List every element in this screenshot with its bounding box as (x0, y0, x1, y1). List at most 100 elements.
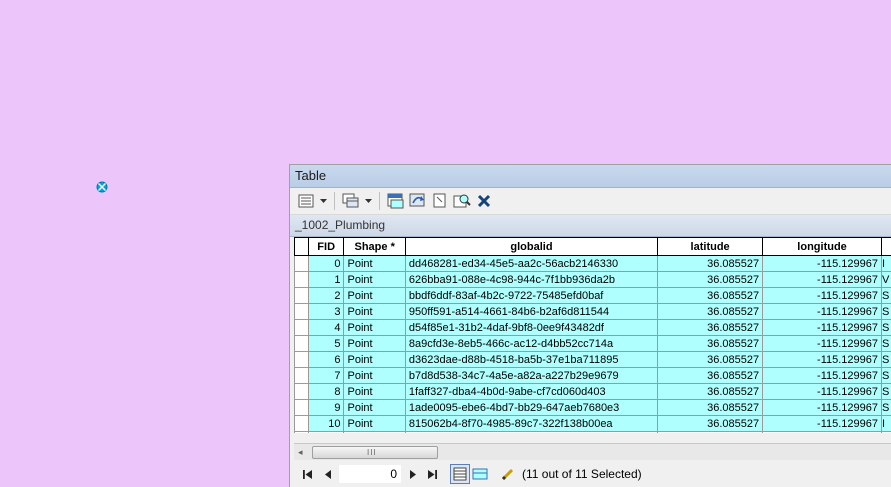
column-header-fid[interactable]: FID (308, 238, 344, 256)
previous-record-icon[interactable] (318, 464, 338, 484)
cell-next-column[interactable]: S (882, 368, 891, 384)
cell-shape[interactable]: Point (344, 416, 405, 432)
horizontal-scrollbar[interactable]: ◂ III (294, 443, 891, 460)
cell-longitude[interactable]: -115.129967 (763, 320, 882, 336)
row-selector[interactable] (295, 320, 309, 336)
cell-globalid[interactable]: b7d8d538-34c7-4a5e-a82a-a227b29e9679 (405, 368, 657, 384)
cell-fid[interactable]: 4 (308, 320, 344, 336)
column-header-globalid[interactable]: globalid (405, 238, 657, 256)
zoom-to-selected-icon[interactable] (452, 191, 472, 211)
cell-next-column[interactable]: S (882, 304, 891, 320)
table-row[interactable]: 5Point8a9cfd3e-8eb5-466c-ac12-d4bb52cc71… (295, 336, 891, 352)
next-record-icon[interactable] (402, 464, 422, 484)
switch-selection-icon[interactable] (408, 191, 428, 211)
cell-longitude[interactable]: -115.129967 (763, 304, 882, 320)
table-row[interactable]: 6Pointd3623dae-d88b-4518-ba5b-37e1ba7118… (295, 352, 891, 368)
cell-globalid[interactable]: 1ade0095-ebe6-4bd7-bb29-647aeb7680e3 (405, 400, 657, 416)
empty-cell[interactable] (308, 432, 344, 434)
table-row[interactable]: 8Point1faff327-dba4-4b0d-9abe-cf7cd060d4… (295, 384, 891, 400)
row-selector[interactable] (295, 304, 309, 320)
cell-longitude[interactable]: -115.129967 (763, 368, 882, 384)
cell-longitude[interactable]: -115.129967 (763, 352, 882, 368)
map-point-icon[interactable] (96, 180, 108, 192)
row-selector[interactable] (295, 256, 309, 272)
column-header-longitude[interactable]: longitude (763, 238, 882, 256)
cell-next-column[interactable]: S (882, 336, 891, 352)
cell-globalid[interactable]: d3623dae-d88b-4518-ba5b-37e1ba711895 (405, 352, 657, 368)
clear-selection-icon[interactable] (430, 191, 450, 211)
row-selector[interactable] (295, 272, 309, 288)
cell-next-column[interactable]: S (882, 320, 891, 336)
table-row[interactable]: 3Point950ff591-a514-4661-84b6-b2af6d8115… (295, 304, 891, 320)
column-header-latitude[interactable]: latitude (658, 238, 763, 256)
cell-shape[interactable]: Point (344, 272, 405, 288)
cell-next-column[interactable]: S (882, 400, 891, 416)
empty-cell[interactable] (405, 432, 657, 434)
cell-longitude[interactable]: -115.129967 (763, 416, 882, 432)
cell-shape[interactable]: Point (344, 368, 405, 384)
cell-fid[interactable]: 10 (308, 416, 344, 432)
cell-longitude[interactable]: -115.129967 (763, 272, 882, 288)
cell-shape[interactable]: Point (344, 352, 405, 368)
cell-fid[interactable]: 0 (308, 256, 344, 272)
table-options-icon[interactable] (296, 191, 316, 211)
cell-latitude[interactable]: 36.085527 (658, 400, 763, 416)
empty-cell[interactable] (295, 432, 309, 434)
cell-shape[interactable]: Point (344, 256, 405, 272)
cell-next-column[interactable]: V (882, 272, 891, 288)
cell-globalid[interactable]: 8a9cfd3e-8eb5-466c-ac12-d4bb52cc714a (405, 336, 657, 352)
table-row[interactable]: 1Point626bba91-088e-4c98-944c-7f1bb936da… (295, 272, 891, 288)
row-selector[interactable] (295, 384, 309, 400)
row-selector[interactable] (295, 400, 309, 416)
cell-longitude[interactable]: -115.129967 (763, 400, 882, 416)
cell-latitude[interactable]: 36.085527 (658, 272, 763, 288)
related-tables-dropdown-icon[interactable] (363, 191, 373, 211)
last-record-icon[interactable] (422, 464, 442, 484)
record-number-input[interactable]: 0 (338, 464, 402, 484)
cell-longitude[interactable]: -115.129967 (763, 336, 882, 352)
cell-next-column[interactable]: I (882, 256, 891, 272)
table-row[interactable]: 9Point1ade0095-ebe6-4bd7-bb29-647aeb7680… (295, 400, 891, 416)
empty-cell[interactable] (344, 432, 405, 434)
table-row[interactable]: 2Pointbbdf6ddf-83af-4b2c-9722-75485efd0b… (295, 288, 891, 304)
cell-fid[interactable]: 9 (308, 400, 344, 416)
cell-longitude[interactable]: -115.129967 (763, 288, 882, 304)
cell-fid[interactable]: 6 (308, 352, 344, 368)
cell-shape[interactable]: Point (344, 320, 405, 336)
cell-fid[interactable]: 8 (308, 384, 344, 400)
cell-globalid[interactable]: bbdf6ddf-83af-4b2c-9722-75485efd0baf (405, 288, 657, 304)
cell-shape[interactable]: Point (344, 288, 405, 304)
column-header-shape[interactable]: Shape * (344, 238, 405, 256)
row-selector[interactable] (295, 352, 309, 368)
cell-shape[interactable]: Point (344, 304, 405, 320)
cell-latitude[interactable]: 36.085527 (658, 384, 763, 400)
related-tables-icon[interactable] (341, 191, 361, 211)
row-selector[interactable] (295, 368, 309, 384)
cell-latitude[interactable]: 36.085527 (658, 336, 763, 352)
cell-latitude[interactable]: 36.085527 (658, 288, 763, 304)
empty-cell[interactable] (658, 432, 763, 434)
row-selector[interactable] (295, 336, 309, 352)
row-selector-header[interactable] (295, 238, 309, 256)
scrollbar-thumb[interactable]: III (312, 446, 438, 459)
table-options-dropdown-icon[interactable] (318, 191, 328, 211)
delete-selected-icon[interactable] (474, 191, 494, 211)
scroll-left-icon[interactable]: ◂ (298, 447, 303, 458)
cell-latitude[interactable]: 36.085527 (658, 368, 763, 384)
table-row[interactable]: 7Pointb7d8d538-34c7-4a5e-a82a-a227b29e96… (295, 368, 891, 384)
cell-next-column[interactable]: S (882, 288, 891, 304)
cell-latitude[interactable]: 36.085527 (658, 304, 763, 320)
cell-next-column[interactable]: I (882, 416, 891, 432)
cell-next-column[interactable]: S (882, 384, 891, 400)
cell-globalid[interactable]: 815062b4-8f70-4985-89c7-322f138b00ea (405, 416, 657, 432)
cell-fid[interactable]: 3 (308, 304, 344, 320)
cell-shape[interactable]: Point (344, 336, 405, 352)
first-record-icon[interactable] (298, 464, 318, 484)
cell-globalid[interactable]: dd468281-ed34-45e5-aa2c-56acb2146330 (405, 256, 657, 272)
cell-latitude[interactable]: 36.085527 (658, 320, 763, 336)
empty-cell[interactable] (763, 432, 882, 434)
cell-globalid[interactable]: 626bba91-088e-4c98-944c-7f1bb936da2b (405, 272, 657, 288)
cell-shape[interactable]: Point (344, 400, 405, 416)
cell-next-column[interactable]: S (882, 352, 891, 368)
select-by-attributes-icon[interactable] (386, 191, 406, 211)
